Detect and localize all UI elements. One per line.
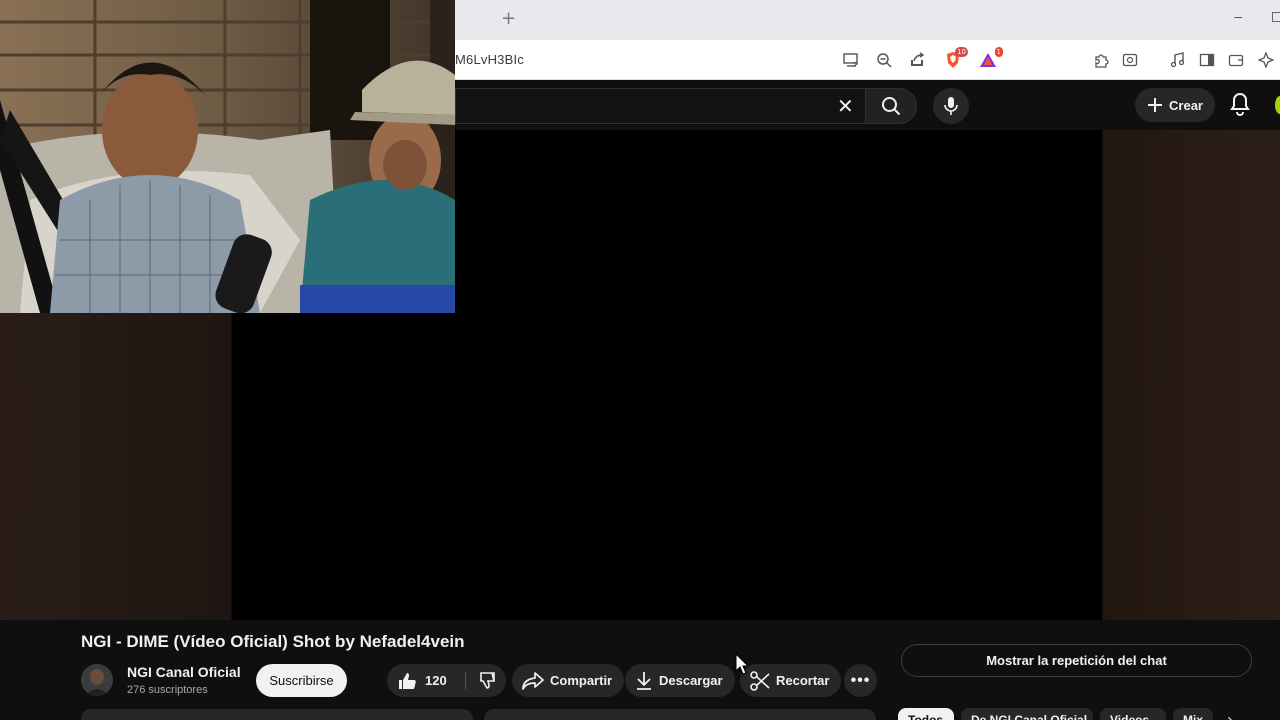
youtube-header: ✕ Crear: [455, 80, 1280, 130]
webcam-overlay: [0, 0, 455, 313]
search-button[interactable]: [865, 88, 917, 124]
share-label: Compartir: [550, 673, 613, 688]
bell-icon: [1230, 92, 1250, 116]
like-dislike-group: 120: [387, 664, 506, 697]
chip-videos[interactable]: Videos: [1100, 708, 1166, 720]
download-icon: [637, 671, 651, 690]
thumbs-down-icon: [479, 671, 495, 689]
notifications-button[interactable]: [1229, 92, 1251, 121]
search-input[interactable]: [455, 88, 865, 124]
extensions-icon[interactable]: [1091, 50, 1111, 70]
clear-search-icon[interactable]: ✕: [837, 94, 854, 118]
subscribe-button[interactable]: Suscribirse: [256, 664, 347, 697]
brave-rewards-icon[interactable]: 1: [978, 47, 1003, 70]
reading-list-icon[interactable]: [1120, 50, 1140, 70]
chip-all[interactable]: Todos: [898, 708, 954, 720]
subscriber-count: 276 suscriptores: [127, 684, 208, 696]
mouse-cursor-icon: [735, 653, 749, 675]
create-button[interactable]: Crear: [1135, 88, 1215, 122]
thumbs-up-icon: [399, 672, 416, 689]
like-button[interactable]: 120: [387, 664, 463, 697]
maximize-button[interactable]: [1272, 12, 1280, 22]
shields-count-badge: 10: [955, 47, 968, 57]
account-avatar[interactable]: [1275, 96, 1280, 114]
video-info-section: NGI - DIME (Vídeo Oficial) Shot by Nefad…: [0, 620, 1280, 720]
comments-box-edge[interactable]: [484, 709, 876, 720]
chip-mix[interactable]: Mix: [1173, 708, 1213, 720]
create-label: Crear: [1169, 97, 1203, 113]
dislike-button[interactable]: [467, 664, 506, 697]
new-tab-button[interactable]: +: [501, 8, 516, 29]
media-controls-icon[interactable]: [1167, 50, 1187, 70]
search-icon: [882, 97, 901, 116]
browser-address-bar: M6LvH3BIc 10 1: [455, 40, 1280, 80]
browser-tab-strip: + –: [455, 0, 1280, 40]
like-count: 120: [425, 673, 447, 688]
brave-shields-icon[interactable]: 10: [943, 47, 968, 70]
scissors-icon: [750, 670, 770, 691]
sidebar-toggle-icon[interactable]: [1197, 50, 1217, 70]
rewards-badge: 1: [994, 47, 1003, 57]
chip-from-channel[interactable]: De NGI Canal Oficial: [961, 708, 1093, 720]
share-button[interactable]: Compartir: [512, 664, 625, 697]
like-divider: [465, 672, 466, 689]
clip-label: Recortar: [776, 673, 830, 688]
download-label: Descargar: [659, 673, 723, 688]
video-title: NGI - DIME (Vídeo Oficial) Shot by Nefad…: [81, 632, 465, 651]
more-actions-button[interactable]: •••: [844, 664, 877, 697]
share-icon: [522, 671, 544, 690]
webcam-scene-image: [0, 0, 455, 313]
screen: + – M6LvH3BIc 10 1 ✕ Crear NGI - DIME (V…: [0, 0, 1280, 720]
description-box-edge[interactable]: [81, 709, 473, 720]
channel-name[interactable]: NGI Canal Oficial: [127, 664, 241, 680]
download-button[interactable]: Descargar: [625, 664, 735, 697]
minimize-button[interactable]: –: [1234, 8, 1242, 24]
voice-search-button[interactable]: [933, 88, 969, 124]
plus-icon: [1148, 98, 1163, 112]
channel-avatar[interactable]: [81, 664, 113, 696]
url-text[interactable]: M6LvH3BIc: [455, 52, 524, 67]
microphone-icon: [944, 97, 958, 115]
chevron-right-icon[interactable]: ›: [1227, 712, 1233, 720]
show-chat-replay-button[interactable]: Mostrar la repetición del chat: [901, 644, 1252, 677]
share-page-icon[interactable]: [907, 50, 927, 70]
leo-ai-icon[interactable]: [1256, 50, 1276, 70]
clip-button[interactable]: Recortar: [740, 664, 842, 697]
wallet-icon[interactable]: [1226, 50, 1246, 70]
zoom-out-icon[interactable]: [874, 50, 894, 70]
cast-icon[interactable]: [841, 50, 861, 70]
